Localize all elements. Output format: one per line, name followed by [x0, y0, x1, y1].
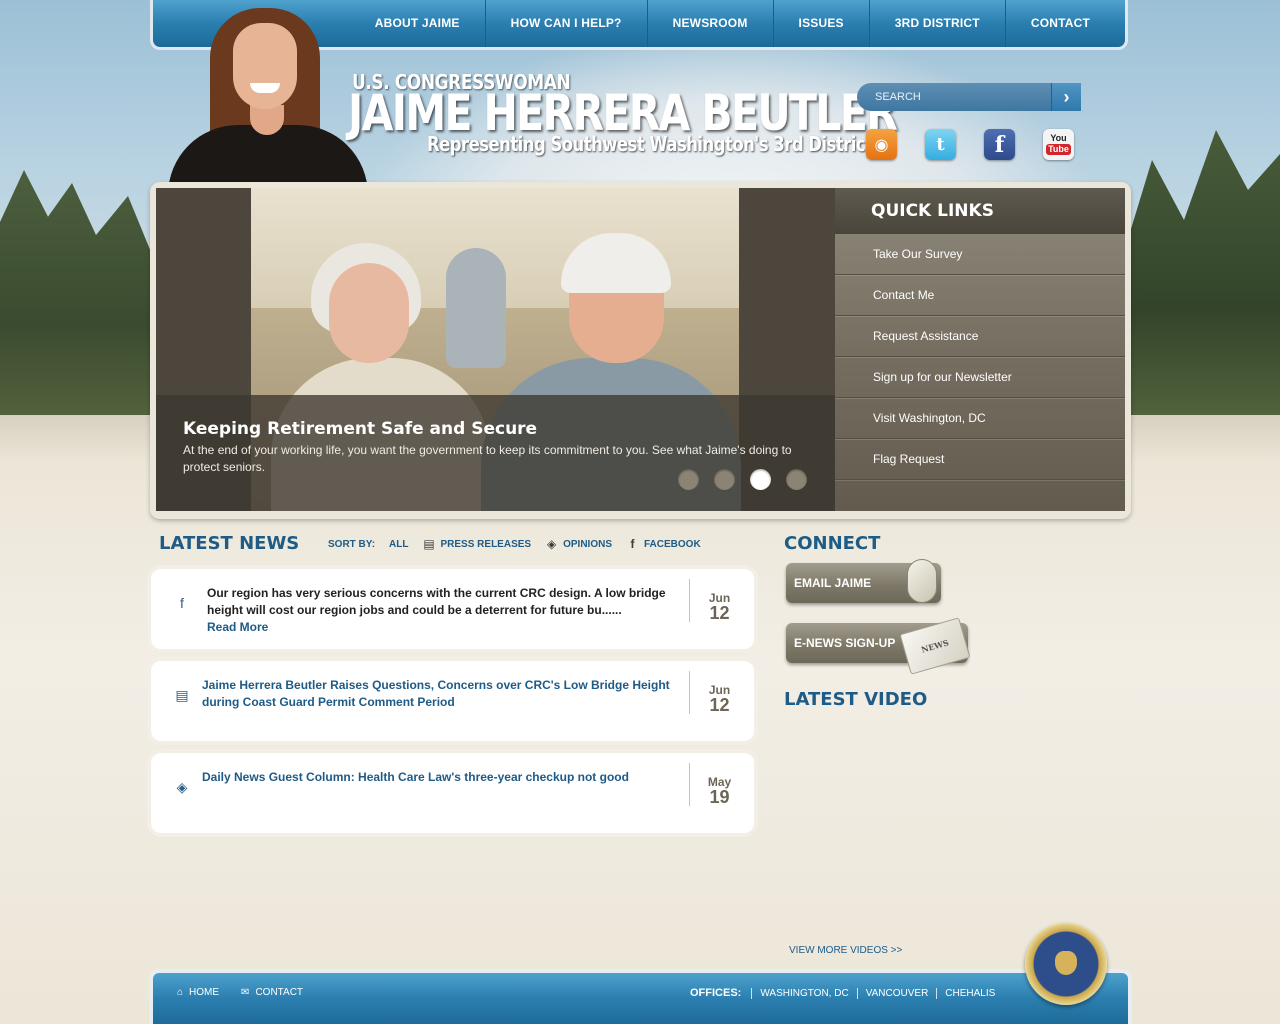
- latest-news-title: LATEST NEWS: [159, 533, 300, 554]
- news-item-title-link[interactable]: Daily News Guest Column: Health Care Law…: [202, 769, 672, 786]
- news-date-day: 19: [709, 787, 730, 807]
- news-sort-bar: SORT BY: ALL ▤ PRESS RELEASES ◈ OPINIONS f…: [328, 537, 715, 551]
- computer-mouse-icon: [907, 559, 937, 603]
- congresswoman-portrait: [168, 5, 368, 182]
- facebook-icon: f: [180, 595, 184, 611]
- rss-icon[interactable]: ◉: [866, 129, 897, 160]
- nav-issues[interactable]: ISSUES: [772, 0, 869, 47]
- footer-home-label: HOME: [189, 987, 220, 998]
- news-item: f Our region has very serious concerns w…: [151, 569, 754, 649]
- sort-facebook-label: FACEBOOK: [644, 538, 701, 550]
- search-input[interactable]: [857, 83, 1051, 111]
- sort-press-releases-link[interactable]: ▤ PRESS RELEASES: [423, 537, 532, 551]
- slider-dots: [678, 469, 807, 490]
- quick-link-flag-request[interactable]: Flag Request: [835, 439, 1125, 480]
- nav-3rd-district[interactable]: 3RD DISTRICT: [868, 0, 1005, 47]
- slider-dot-4[interactable]: [786, 469, 807, 490]
- footer-links: ⌂ HOME ✉ CONTACT: [177, 987, 303, 998]
- opinion-icon: ◈: [176, 779, 188, 795]
- footer-contact-label: CONTACT: [255, 987, 304, 998]
- quick-link-contact[interactable]: Contact Me: [835, 275, 1125, 316]
- search-submit-button[interactable]: ›: [1051, 83, 1081, 111]
- sort-opinions-link[interactable]: ◈ OPINIONS: [545, 537, 612, 551]
- news-date-day: 12: [709, 695, 730, 715]
- twitter-icon[interactable]: t: [925, 129, 956, 160]
- news-item-date: Jun 12: [689, 579, 749, 622]
- featured-slider[interactable]: Keeping Retirement Safe and Secure At th…: [156, 188, 835, 511]
- office-chehalis[interactable]: CHEHALIS: [936, 987, 1003, 999]
- newspaper-icon: ◈: [546, 537, 557, 551]
- envelope-icon: ✉: [241, 987, 250, 998]
- photo-background-person: [446, 248, 506, 368]
- quick-link-assistance[interactable]: Request Assistance: [835, 316, 1125, 357]
- read-more-link[interactable]: Read More: [207, 620, 268, 634]
- sort-label: SORT BY:: [328, 538, 376, 550]
- enews-signup-button[interactable]: E-NEWS SIGN-UP NEWS: [786, 617, 971, 675]
- enews-signup-label: E-NEWS SIGN-UP: [794, 636, 896, 650]
- sort-all-label: ALL: [389, 538, 409, 550]
- quick-links-panel: QUICK LINKS Take Our Survey Contact Me R…: [835, 188, 1125, 511]
- facebook-icon[interactable]: f: [984, 129, 1015, 160]
- news-item: ◈ Daily News Guest Column: Health Care L…: [151, 753, 754, 833]
- slider-dot-3[interactable]: [750, 469, 771, 490]
- office-vancouver[interactable]: VANCOUVER: [856, 987, 937, 999]
- eagle-icon: [1055, 951, 1077, 975]
- news-item-title-link[interactable]: Jaime Herrera Beutler Raises Questions, …: [202, 677, 672, 711]
- office-washington-dc[interactable]: WASHINGTON, DC: [751, 987, 856, 999]
- home-icon: ⌂: [177, 987, 184, 998]
- footer-bar: ⌂ HOME ✉ CONTACT OFFICES: WASHINGTON, DC V…: [149, 969, 1132, 1024]
- sort-all-link[interactable]: ALL: [389, 539, 408, 550]
- quick-link-survey[interactable]: Take Our Survey: [835, 234, 1125, 275]
- portrait-face: [233, 23, 297, 109]
- quick-link-newsletter[interactable]: Sign up for our Newsletter: [835, 357, 1125, 398]
- youtube-icon[interactable]: You Tube: [1043, 129, 1074, 160]
- news-item-date: Jun 12: [689, 671, 749, 714]
- youtube-icon-top: You: [1050, 133, 1067, 143]
- press-release-icon: ▤: [175, 687, 189, 703]
- latest-video-title: LATEST VIDEO: [784, 689, 928, 710]
- youtube-icon-bottom: Tube: [1046, 144, 1071, 155]
- facebook-small-icon: f: [630, 537, 635, 551]
- slider-dot-1[interactable]: [678, 469, 699, 490]
- social-icons: ◉ t f You Tube: [866, 129, 1074, 160]
- news-item: ▤ Jaime Herrera Beutler Raises Questions…: [151, 661, 754, 741]
- nav-how-can-i-help[interactable]: HOW CAN I HELP?: [484, 0, 647, 47]
- house-of-representatives-seal-icon[interactable]: [1025, 923, 1107, 1005]
- quick-links-title: QUICK LINKS: [835, 188, 1125, 234]
- nav-newsroom[interactable]: NEWSROOM: [646, 0, 773, 47]
- news-date-day: 12: [709, 603, 730, 623]
- search-bar: ›: [857, 83, 1081, 111]
- photo-woman-face: [329, 263, 409, 363]
- slider-dot-2[interactable]: [714, 469, 735, 490]
- chevron-right-icon: ›: [1063, 86, 1070, 107]
- sort-facebook-link[interactable]: f FACEBOOK: [626, 537, 701, 551]
- footer-contact-link[interactable]: ✉ CONTACT: [241, 987, 303, 998]
- news-item-body: Our region has very serious concerns wit…: [207, 586, 666, 617]
- slide-title[interactable]: Keeping Retirement Safe and Secure: [183, 419, 537, 439]
- quick-link-visit-dc[interactable]: Visit Washington, DC: [835, 398, 1125, 439]
- email-jaime-label: EMAIL JAIME: [794, 576, 872, 590]
- nav-contact[interactable]: CONTACT: [1004, 0, 1115, 47]
- news-item-date: May 19: [689, 763, 749, 806]
- site-title-subtitle: Representing Southwest Washington's 3rd …: [427, 132, 873, 156]
- slide-caption: Keeping Retirement Safe and Secure At th…: [156, 395, 835, 511]
- offices-label: OFFICES:: [690, 987, 742, 999]
- nav-about[interactable]: ABOUT JAIME: [350, 0, 485, 47]
- news-item-text: Our region has very serious concerns wit…: [207, 585, 677, 636]
- sort-press-label: PRESS RELEASES: [440, 538, 532, 550]
- connect-title: CONNECT: [784, 533, 881, 554]
- document-icon: ▤: [423, 537, 435, 551]
- sort-opinions-label: OPINIONS: [563, 538, 612, 550]
- footer-home-link[interactable]: ⌂ HOME: [177, 987, 219, 998]
- email-jaime-button[interactable]: EMAIL JAIME: [786, 559, 941, 603]
- view-more-videos-link[interactable]: VIEW MORE VIDEOS >>: [789, 945, 902, 956]
- footer-offices: OFFICES: WASHINGTON, DC VANCOUVER CHEHAL…: [690, 987, 1003, 999]
